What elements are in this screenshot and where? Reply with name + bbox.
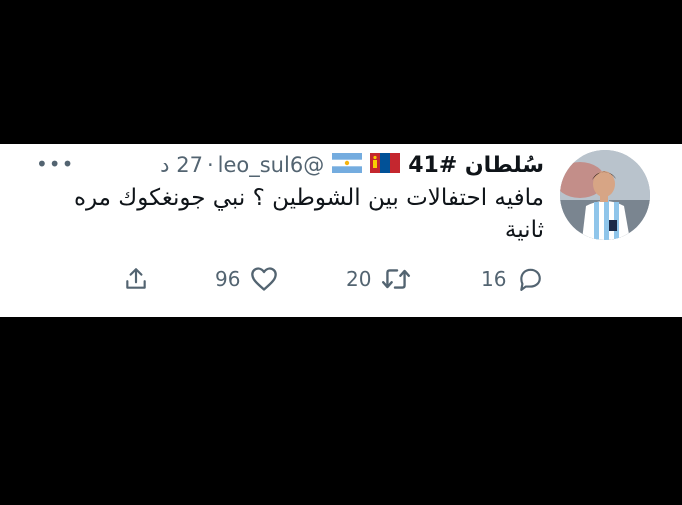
heart-icon bbox=[251, 267, 278, 291]
argentina-flag-icon bbox=[332, 153, 363, 177]
user-handle[interactable]: @leo_sul6 bbox=[218, 153, 325, 177]
share-icon bbox=[126, 268, 146, 289]
more-options-icon[interactable]: ••• bbox=[36, 152, 74, 176]
reply-icon bbox=[520, 268, 542, 291]
retweet-count: 20 bbox=[346, 267, 372, 291]
tweet-card[interactable]: سُلطان #41 @leo_sul6 · 27 د ••• مافيه اح… bbox=[0, 144, 682, 317]
share-button[interactable] bbox=[123, 262, 149, 296]
timestamp[interactable]: 27 د bbox=[160, 153, 203, 177]
avatar-image bbox=[560, 150, 650, 240]
retweet-button[interactable]: 20 bbox=[346, 262, 411, 296]
reply-count: 16 bbox=[481, 267, 507, 291]
like-button[interactable]: 96 bbox=[215, 262, 278, 296]
display-name[interactable]: سُلطان #41 bbox=[408, 153, 544, 178]
tweet-text: مافيه احتفالات بين الشوطين ؟ نبي جونغكوك… bbox=[73, 185, 544, 243]
avatar[interactable] bbox=[560, 150, 650, 240]
reply-button[interactable]: 16 bbox=[481, 262, 544, 296]
tweet-actions: 96 20 16 bbox=[0, 262, 682, 296]
retweet-icon bbox=[382, 269, 411, 289]
tweet-header: سُلطان #41 @leo_sul6 · 27 د bbox=[100, 148, 544, 182]
mongolia-flag-icon bbox=[370, 153, 401, 177]
separator-dot: · bbox=[206, 153, 214, 177]
like-count: 96 bbox=[215, 267, 241, 291]
